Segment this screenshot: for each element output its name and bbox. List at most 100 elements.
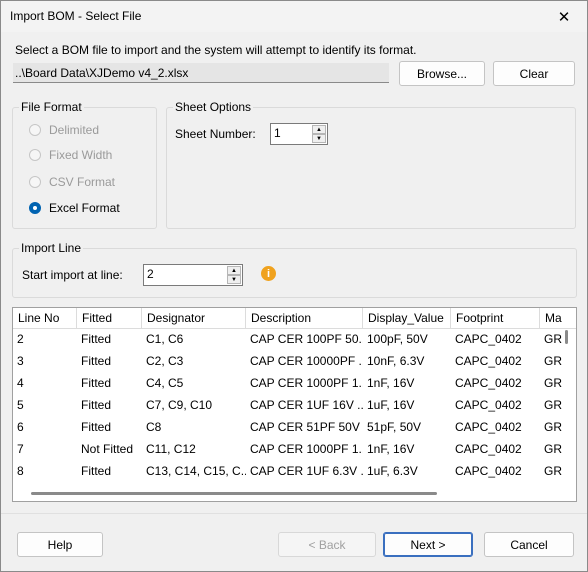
horizontal-scrollbar[interactable] xyxy=(31,492,437,495)
table-cell: CAP CER 1000PF 1... xyxy=(250,442,363,456)
close-button[interactable]: ✕ xyxy=(541,1,587,32)
window-title: Import BOM - Select File xyxy=(10,9,142,23)
table-cell: 1nF, 16V xyxy=(367,376,415,390)
cancel-button[interactable]: Cancel xyxy=(484,532,574,557)
table-cell: GR xyxy=(544,354,562,368)
table-row[interactable]: 5 Fitted C7, C9, C10 CAP CER 1UF 16V ... 1uF… xyxy=(13,394,576,416)
table-cell: C7, C9, C10 xyxy=(146,398,213,412)
column-header[interactable]: Display_Value xyxy=(363,308,451,328)
sheet-number-value: 1 xyxy=(274,126,281,140)
table-cell: CAP CER 1UF 6.3V ... xyxy=(250,464,363,478)
table-cell: 100pF, 50V xyxy=(367,332,428,346)
table-row[interactable]: 8 Fitted C13, C14, C15, C... CAP CER 1UF 6.… xyxy=(13,460,576,482)
column-header[interactable]: Line No xyxy=(13,308,77,328)
radio-button[interactable] xyxy=(29,149,41,161)
file-format-title: File Format xyxy=(19,100,84,114)
table-cell: 3 xyxy=(17,354,24,368)
table-cell: Fitted xyxy=(81,332,112,346)
grid-header: Line No Fitted Designator Description Di… xyxy=(13,308,576,329)
table-row[interactable]: 6 Fitted C8 CAP CER 51PF 50V ... 51pF, 50V CA… xyxy=(13,416,576,438)
import-line-group: Import Line Start import at line: 2 ▲ ▼ xyxy=(12,241,577,298)
table-cell: CAP CER 51PF 50V ... xyxy=(250,420,363,434)
table-row[interactable]: 2 Fitted C1, C6 CAP CER 100PF 50... 100pF, 5… xyxy=(13,328,576,350)
table-cell: CAPC_0402 xyxy=(455,398,522,412)
table-cell: GR xyxy=(544,420,562,434)
table-cell: CAPC_0402 xyxy=(455,354,522,368)
table-cell: C1, C6 xyxy=(146,332,184,346)
table-cell: Fitted xyxy=(81,376,112,390)
table-cell: 6 xyxy=(17,420,24,434)
table-cell: Not Fitted xyxy=(81,442,134,456)
radio-delimited[interactable]: Delimited xyxy=(29,123,99,137)
radio-button[interactable] xyxy=(29,176,41,188)
table-cell: 1uF, 16V xyxy=(367,398,415,412)
table-cell: CAPC_0402 xyxy=(455,464,522,478)
radio-button[interactable] xyxy=(29,124,41,136)
table-cell: CAPC_0402 xyxy=(455,332,522,346)
browse-button[interactable]: Browse... xyxy=(399,61,485,86)
sheet-options-group: Sheet Options Sheet Number: 1 ▲ ▼ xyxy=(166,100,576,229)
sheet-options-title: Sheet Options xyxy=(173,100,254,114)
radio-excel-format[interactable]: Excel Format xyxy=(29,201,120,215)
table-cell: CAP CER 1000PF 1... xyxy=(250,376,363,390)
table-cell: GR xyxy=(544,442,562,456)
radio-fixed-width[interactable]: Fixed Width xyxy=(29,148,112,162)
table-cell: 10nF, 6.3V xyxy=(367,354,425,368)
back-button[interactable]: < Back xyxy=(278,532,376,557)
title-bar: Import BOM - Select File ✕ xyxy=(1,1,587,32)
table-row[interactable]: 7 Not Fitted C11, C12 CAP CER 1000PF 1... 1n… xyxy=(13,438,576,460)
table-cell: CAP CER 100PF 50... xyxy=(250,332,363,346)
footer-separator xyxy=(1,513,587,514)
column-header[interactable]: Description xyxy=(246,308,363,328)
table-cell: Fitted xyxy=(81,398,112,412)
table-cell: C8 xyxy=(146,420,162,434)
file-path-field[interactable]: ..\Board Data\XJDemo v4_2.xlsx xyxy=(13,63,389,83)
file-format-group: File Format Delimited Fixed Width CSV Fo… xyxy=(12,100,157,229)
table-cell: GR xyxy=(544,376,562,390)
column-header[interactable]: Footprint xyxy=(451,308,540,328)
table-cell: GR xyxy=(544,332,562,346)
table-cell: 51pF, 50V xyxy=(367,420,422,434)
table-cell: GR xyxy=(544,464,562,478)
table-cell: 2 xyxy=(17,332,24,346)
help-button[interactable]: Help xyxy=(17,532,103,557)
table-cell: CAP CER 1UF 16V ... xyxy=(250,398,363,412)
radio-label: Excel Format xyxy=(49,201,120,215)
column-header[interactable]: Designator xyxy=(142,308,246,328)
info-icon[interactable]: i xyxy=(261,266,276,281)
start-line-stepper[interactable]: 2 ▲ ▼ xyxy=(143,264,243,286)
import-bom-dialog: Import BOM - Select File ✕ Select a BOM … xyxy=(0,0,588,572)
clear-button[interactable]: Clear xyxy=(493,61,575,86)
table-cell: Fitted xyxy=(81,420,112,434)
table-cell: 8 xyxy=(17,464,24,478)
radio-label: CSV Format xyxy=(49,175,116,189)
table-cell: Fitted xyxy=(81,464,112,478)
vertical-scrollbar[interactable] xyxy=(565,330,568,344)
table-row[interactable]: 3 Fitted C2, C3 CAP CER 10000PF ... 10nF, 6.… xyxy=(13,350,576,372)
spin-up-icon[interactable]: ▲ xyxy=(312,125,326,134)
table-cell: C11, C12 xyxy=(146,442,196,456)
table-row[interactable]: 4 Fitted C4, C5 CAP CER 1000PF 1... 1nF, 16V… xyxy=(13,372,576,394)
sheet-number-label: Sheet Number: xyxy=(175,127,256,141)
bom-preview-grid[interactable]: Line No Fitted Designator Description Di… xyxy=(12,307,577,502)
table-cell: CAPC_0402 xyxy=(455,420,522,434)
table-cell: 4 xyxy=(17,376,24,390)
table-cell: Fitted xyxy=(81,354,112,368)
radio-button[interactable] xyxy=(29,202,41,214)
table-cell: C13, C14, C15, C... xyxy=(146,464,246,478)
radio-csv-format[interactable]: CSV Format xyxy=(29,175,115,189)
table-cell: 7 xyxy=(17,442,24,456)
table-cell: CAP CER 10000PF ... xyxy=(250,354,363,368)
table-cell: CAPC_0402 xyxy=(455,442,522,456)
column-header[interactable]: Ma xyxy=(540,308,576,328)
spin-up-icon[interactable]: ▲ xyxy=(227,266,241,275)
table-cell: 1nF, 16V xyxy=(367,442,415,456)
column-header[interactable]: Fitted xyxy=(77,308,142,328)
radio-label: Delimited xyxy=(49,123,100,137)
spin-down-icon[interactable]: ▼ xyxy=(312,134,326,143)
next-button[interactable]: Next > xyxy=(383,532,473,557)
start-line-label: Start import at line: xyxy=(22,268,123,282)
spin-down-icon[interactable]: ▼ xyxy=(227,275,241,284)
sheet-number-stepper[interactable]: 1 ▲ ▼ xyxy=(270,123,328,145)
table-cell: 1uF, 6.3V xyxy=(367,464,418,478)
